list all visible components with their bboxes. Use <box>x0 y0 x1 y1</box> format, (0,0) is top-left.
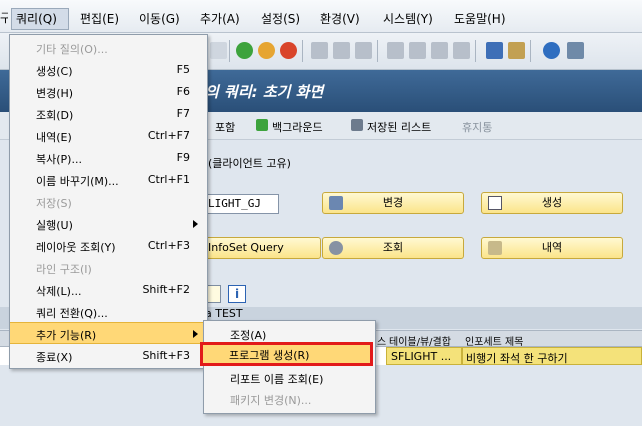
description-button[interactable]: 내역 <box>481 237 623 259</box>
menu-query[interactable]: 쿼리(Q) <box>16 11 57 27</box>
include-button[interactable]: 포함 <box>215 119 235 135</box>
display-button[interactable]: 조회 <box>322 237 464 259</box>
menu-item-other-query[interactable]: 기타 질의(O)... <box>10 37 207 59</box>
menu-item-exit[interactable]: 종료(X) Shift+F3 <box>10 345 207 367</box>
previous-page-icon[interactable] <box>409 42 426 59</box>
info-icon[interactable]: i <box>228 285 246 303</box>
page-title: 의 쿼리: 초기 화면 <box>205 83 324 101</box>
query-menu-dropdown: 기타 질의(O)... 생성(C) F5 변경(H) F6 조회(D) F7 내역(E… <box>9 34 208 369</box>
menu-item-execute[interactable]: 실행(U) <box>10 213 207 235</box>
menu-item-copy[interactable]: 복사(P)... F9 <box>10 147 207 169</box>
toolbar-separator <box>302 40 303 62</box>
submenu-arrow-icon <box>193 330 198 338</box>
find-icon[interactable] <box>333 42 350 59</box>
menu-environment[interactable]: 환경(V) <box>320 11 360 27</box>
query-input[interactable]: LIGHT_GJ <box>205 194 279 214</box>
glasses-icon <box>329 241 343 255</box>
table-cell-table: SFLIGHT ... <box>391 350 452 363</box>
last-page-icon[interactable] <box>453 42 470 59</box>
table-cell-infoset-title: 비행기 좌석 한 구하기 <box>466 352 568 365</box>
menu-item-delete[interactable]: 삭제(L)... Shift+F2 <box>10 279 207 301</box>
menu-item-rename[interactable]: 이름 바꾸기(M)... Ctrl+F1 <box>10 169 207 191</box>
description-icon <box>488 241 502 255</box>
menu-item-change[interactable]: 변경(H) F6 <box>10 81 207 103</box>
customize-layout-icon[interactable] <box>567 42 584 59</box>
submenu-item-change-package[interactable]: 패키지 변경(N)... <box>204 388 375 410</box>
column-header-table[interactable]: 테이블/뷰/결합 <box>389 333 451 348</box>
toolbar-separator <box>377 40 378 62</box>
submenu-item-generate-program[interactable]: 프로그램 생성(R) <box>200 342 373 366</box>
menu-system[interactable]: 시스템(Y) <box>383 11 433 27</box>
shortcut-icon[interactable] <box>508 42 525 59</box>
next-page-icon[interactable] <box>431 42 448 59</box>
toolbar-separator <box>475 40 476 62</box>
background-icon <box>256 119 268 131</box>
saved-list-icon <box>351 119 363 131</box>
print-icon[interactable] <box>311 42 328 59</box>
menu-item-layout-display[interactable]: 레이아웃 조회(Y) Ctrl+F3 <box>10 235 207 257</box>
menu-item-save[interactable]: 저장(S) <box>10 191 207 213</box>
save-icon[interactable] <box>210 42 227 59</box>
menu-settings[interactable]: 설정(S) <box>261 11 300 27</box>
create-button[interactable]: 생성 <box>481 192 623 214</box>
column-header-infoset-title[interactable]: 인포세트 제목 <box>465 333 523 348</box>
menu-item-description[interactable]: 내역(E) Ctrl+F7 <box>10 125 207 147</box>
back-icon[interactable] <box>236 42 253 59</box>
menu-bar: 구 쿼리(Q) 편집(E) 이동(G) 추가(A) 설정(S) 환경(V) 시스… <box>0 0 642 33</box>
help-icon[interactable] <box>543 42 560 59</box>
display-button-label: 조회 <box>382 241 404 254</box>
menu-edit[interactable]: 편집(E) <box>80 11 119 27</box>
description-button-label: 내역 <box>541 241 563 254</box>
pencil-icon <box>329 196 343 210</box>
menu-goto[interactable]: 이동(G) <box>139 11 180 27</box>
toolbar-separator <box>229 40 230 62</box>
cancel-icon[interactable] <box>280 42 297 59</box>
menu-item-switch-query[interactable]: 쿼리 전환(Q)... <box>10 301 207 323</box>
menu-item-more-functions[interactable]: 추가 기능(R) <box>10 322 207 344</box>
more-functions-submenu: 조정(A) 리포트 이름 조회(E) 패키지 변경(N)... <box>203 320 376 414</box>
menu-item-create[interactable]: 생성(C) F5 <box>10 59 207 81</box>
menu-item-display[interactable]: 조회(D) F7 <box>10 103 207 125</box>
saved-list-button[interactable]: 저장된 리스트 <box>367 119 431 135</box>
infoset-query-button[interactable]: InfoSet Query <box>205 237 321 259</box>
create-button-label: 생성 <box>541 196 563 209</box>
menu-extras[interactable]: 추가(A) <box>200 11 240 27</box>
menu-help[interactable]: 도움말(H) <box>454 11 506 27</box>
menu-fragment: 구 <box>0 11 8 25</box>
new-session-icon[interactable] <box>486 42 503 59</box>
change-button-label: 변경 <box>382 196 404 209</box>
first-page-icon[interactable] <box>387 42 404 59</box>
trash-button[interactable]: 휴지통 <box>462 119 492 135</box>
exit-icon[interactable] <box>258 42 275 59</box>
submenu-item-report-name[interactable]: 리포트 이름 조회(E) <box>204 367 375 389</box>
client-label: (클라이언트 고유) <box>208 157 291 170</box>
toolbar-separator <box>530 40 531 62</box>
table-title: a TEST <box>205 307 243 320</box>
change-button[interactable]: 변경 <box>322 192 464 214</box>
submenu-item-generate-program-label: 프로그램 생성(R) <box>229 349 310 362</box>
new-document-icon <box>488 196 502 210</box>
menu-item-line-structure[interactable]: 라인 구조(I) <box>10 257 207 279</box>
background-button[interactable]: 백그라운드 <box>272 119 323 135</box>
submenu-arrow-icon <box>193 220 198 228</box>
column-header-status[interactable]: 스 <box>377 333 386 348</box>
find-next-icon[interactable] <box>355 42 372 59</box>
